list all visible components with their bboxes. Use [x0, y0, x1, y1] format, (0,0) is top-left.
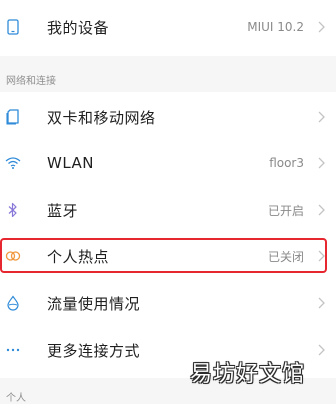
chevron-right-icon	[318, 344, 325, 356]
more-dots-icon	[5, 342, 21, 358]
settings-item-value: MIUI 10.2	[247, 20, 304, 34]
settings-item-data-usage[interactable]: 流量使用情况	[0, 280, 336, 326]
chevron-right-icon	[318, 21, 325, 33]
highlight-box	[0, 238, 327, 273]
settings-item-label: 双卡和移动网络	[47, 108, 156, 127]
chevron-right-icon	[318, 204, 325, 216]
settings-item-dual-sim[interactable]: 双卡和移动网络	[0, 94, 336, 140]
water-drop-icon	[5, 295, 21, 311]
settings-item-wlan[interactable]: WLAN floor3	[0, 140, 336, 186]
watermark-text: 易坊好文馆	[190, 362, 306, 387]
chevron-right-icon	[318, 111, 325, 123]
settings-item-label: 蓝牙	[47, 201, 79, 220]
chevron-right-icon	[318, 297, 325, 309]
section-title-network: 网络和连接	[6, 76, 56, 87]
settings-item-value: floor3	[269, 156, 304, 170]
phone-icon	[5, 19, 21, 35]
bluetooth-icon	[5, 202, 21, 218]
settings-item-my-device[interactable]: 我的设备 MIUI 10.2	[0, 4, 336, 50]
settings-item-label: 更多连接方式	[47, 341, 141, 360]
settings-item-label: 我的设备	[47, 18, 110, 37]
wifi-icon	[5, 155, 21, 171]
settings-screen: 我的设备 MIUI 10.2 网络和连接 双卡和移动网络 WLAN floor3	[0, 0, 336, 404]
settings-item-label: 流量使用情况	[47, 294, 141, 313]
settings-item-label: WLAN	[47, 154, 95, 172]
chevron-right-icon	[318, 157, 325, 169]
sim-card-icon	[5, 109, 21, 125]
section-title-personal: 个人	[6, 393, 26, 404]
settings-item-value: 已开启	[267, 203, 304, 218]
settings-item-bluetooth[interactable]: 蓝牙 已开启	[0, 187, 336, 233]
